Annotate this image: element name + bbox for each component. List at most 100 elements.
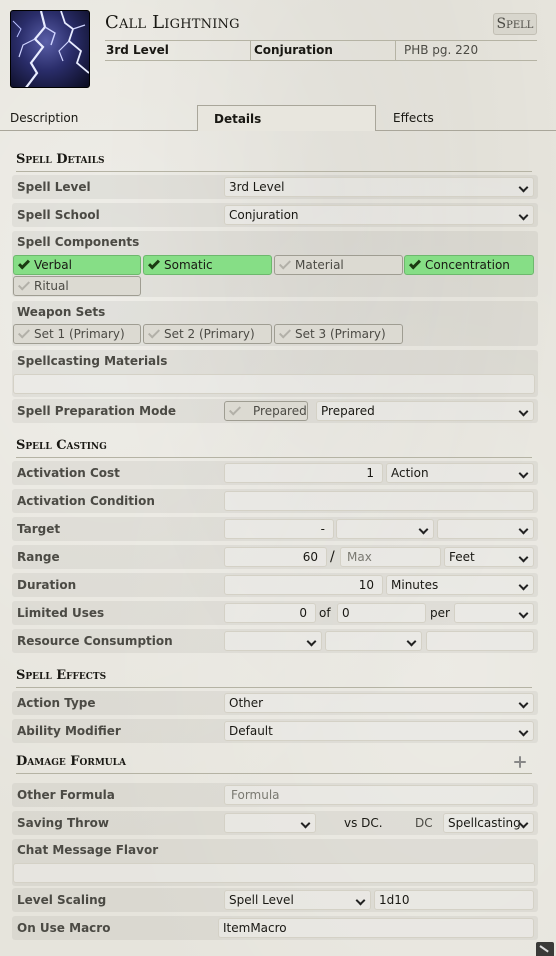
range-units-select[interactable]: Feet — [444, 547, 534, 567]
summary-source[interactable]: PHB pg. 220 — [395, 41, 537, 60]
level-scaling-formula-input[interactable]: 1d10 — [374, 890, 534, 910]
saving-throw-ability-select[interactable] — [224, 813, 316, 833]
weapon-set-3-label: Set 3 (Primary) — [295, 327, 386, 341]
level-scaling-row: Level Scaling Spell Level 1d10 — [12, 888, 538, 912]
component-material-toggle[interactable]: Material — [274, 255, 403, 275]
chevron-down-icon — [355, 895, 366, 906]
on-use-macro-input[interactable]: ItemMacro — [218, 918, 534, 938]
chevron-down-icon — [406, 636, 417, 647]
chevron-down-icon — [418, 524, 429, 535]
range-separator: / — [330, 549, 335, 565]
component-ritual-toggle[interactable]: Ritual — [13, 276, 141, 296]
chevron-down-icon — [518, 726, 529, 737]
preparation-mode-row: Spell Preparation Mode Prepared Prepared — [12, 399, 538, 423]
lightning-icon — [12, 11, 89, 87]
activation-condition-input[interactable] — [224, 491, 534, 511]
spell-summary: 3rd Level Conjuration PHB pg. 220 — [105, 40, 537, 61]
uses-max-input[interactable]: 0 — [337, 603, 426, 623]
spell-portrait-image[interactable] — [10, 10, 90, 88]
target-value-input[interactable]: - — [224, 519, 334, 539]
range-max-input[interactable]: Max — [340, 547, 441, 567]
range-value-input[interactable]: 60 — [224, 547, 327, 567]
ability-modifier-label: Ability Modifier — [17, 724, 121, 738]
tab-effects[interactable]: Effects — [393, 105, 434, 131]
spell-name[interactable]: Call Lightning — [105, 12, 240, 33]
other-formula-label: Other Formula — [17, 788, 115, 802]
duration-units-value: Minutes — [391, 578, 439, 592]
dc-label: DC — [415, 816, 433, 830]
preparation-mode-label: Spell Preparation Mode — [17, 404, 177, 418]
level-scaling-value: Spell Level — [229, 893, 294, 907]
spell-school-label: Spell School — [17, 208, 100, 222]
spell-level-value: 3rd Level — [229, 180, 285, 194]
weapon-set-1-toggle[interactable]: Set 1 (Primary) — [13, 324, 141, 344]
action-type-select[interactable]: Other — [224, 693, 534, 713]
activation-cost-input[interactable]: 1 — [224, 463, 383, 483]
action-type-value: Other — [229, 696, 264, 710]
preparation-mode-value: Prepared — [321, 404, 375, 418]
spell-level-row: Spell Level 3rd Level — [12, 175, 538, 199]
spellcasting-materials-block: Spellcasting Materials — [12, 350, 538, 397]
activation-cost-row: Activation Cost 1 Action — [12, 461, 538, 485]
checkmark-icon — [278, 326, 292, 339]
activation-cost-label: Activation Cost — [17, 466, 120, 480]
on-use-macro-label: On Use Macro — [17, 921, 111, 935]
prepared-toggle-label: Prepared — [253, 404, 307, 418]
action-type-row: Action Type Other — [12, 691, 538, 715]
activation-condition-row: Activation Condition — [12, 489, 538, 513]
target-units-select[interactable] — [336, 519, 434, 539]
resource-amount-input[interactable] — [426, 631, 534, 651]
ability-modifier-value: Default — [229, 724, 273, 738]
saving-throw-row: Saving Throw vs DC. DC Spellcasting — [12, 811, 538, 835]
spell-casting-heading: Spell Casting — [16, 434, 532, 458]
spellcasting-materials-input[interactable] — [13, 374, 535, 394]
spell-effects-heading: Spell Effects — [16, 664, 532, 688]
activation-type-select[interactable]: Action — [386, 463, 534, 483]
ability-modifier-select[interactable]: Default — [224, 721, 534, 741]
action-type-label: Action Type — [17, 696, 96, 710]
chat-flavor-input[interactable] — [13, 863, 535, 883]
target-type-select[interactable] — [437, 519, 534, 539]
duration-units-select[interactable]: Minutes — [386, 575, 534, 595]
prepared-toggle[interactable]: Prepared — [224, 401, 308, 421]
checkmark-icon — [17, 278, 31, 291]
other-formula-input[interactable]: Formula — [224, 785, 534, 805]
weapon-set-2-toggle[interactable]: Set 2 (Primary) — [143, 324, 272, 344]
chevron-down-icon — [518, 182, 529, 193]
resource-target-select[interactable] — [325, 631, 422, 651]
checkmark-icon — [228, 403, 242, 416]
dc-scaling-select[interactable]: Spellcasting — [443, 813, 534, 833]
limited-uses-label: Limited Uses — [17, 606, 105, 620]
resize-handle-icon[interactable] — [536, 942, 554, 956]
component-somatic-toggle[interactable]: Somatic — [143, 255, 272, 275]
uses-value-input[interactable]: 0 — [224, 603, 316, 623]
weapon-set-3-toggle[interactable]: Set 3 (Primary) — [274, 324, 403, 344]
duration-label: Duration — [17, 578, 77, 592]
range-label: Range — [17, 550, 60, 564]
duration-value-input[interactable]: 10 — [224, 575, 383, 595]
target-label: Target — [17, 522, 61, 536]
spell-school-select[interactable]: Conjuration — [224, 205, 534, 225]
weapon-sets-block: Weapon Sets Set 1 (Primary) Set 2 (Prima… — [12, 301, 538, 346]
component-verbal-label: Verbal — [34, 258, 72, 272]
level-scaling-select[interactable]: Spell Level — [224, 890, 371, 910]
tab-description[interactable]: Description — [10, 105, 78, 131]
checkmark-icon — [147, 257, 161, 270]
vs-dc-label: vs DC. — [344, 816, 383, 830]
component-material-label: Material — [295, 258, 344, 272]
chat-flavor-label: Chat Message Flavor — [17, 843, 159, 857]
add-damage-icon[interactable] — [514, 756, 526, 768]
spellcasting-materials-label: Spellcasting Materials — [17, 354, 168, 368]
component-verbal-toggle[interactable]: Verbal — [13, 255, 141, 275]
details-panel: Spell Details Spell Level 3rd Level Spel… — [0, 131, 556, 956]
uses-per-select[interactable] — [454, 603, 534, 623]
tab-details[interactable]: Details — [197, 105, 376, 131]
ability-modifier-row: Ability Modifier Default — [12, 719, 538, 743]
preparation-mode-select[interactable]: Prepared — [316, 401, 534, 421]
component-concentration-toggle[interactable]: Concentration — [404, 255, 534, 275]
duration-row: Duration 10 Minutes — [12, 573, 538, 597]
uses-per-label: per — [430, 606, 450, 620]
spell-level-select[interactable]: 3rd Level — [224, 177, 534, 197]
resource-type-select[interactable] — [224, 631, 322, 651]
target-row: Target - — [12, 517, 538, 541]
